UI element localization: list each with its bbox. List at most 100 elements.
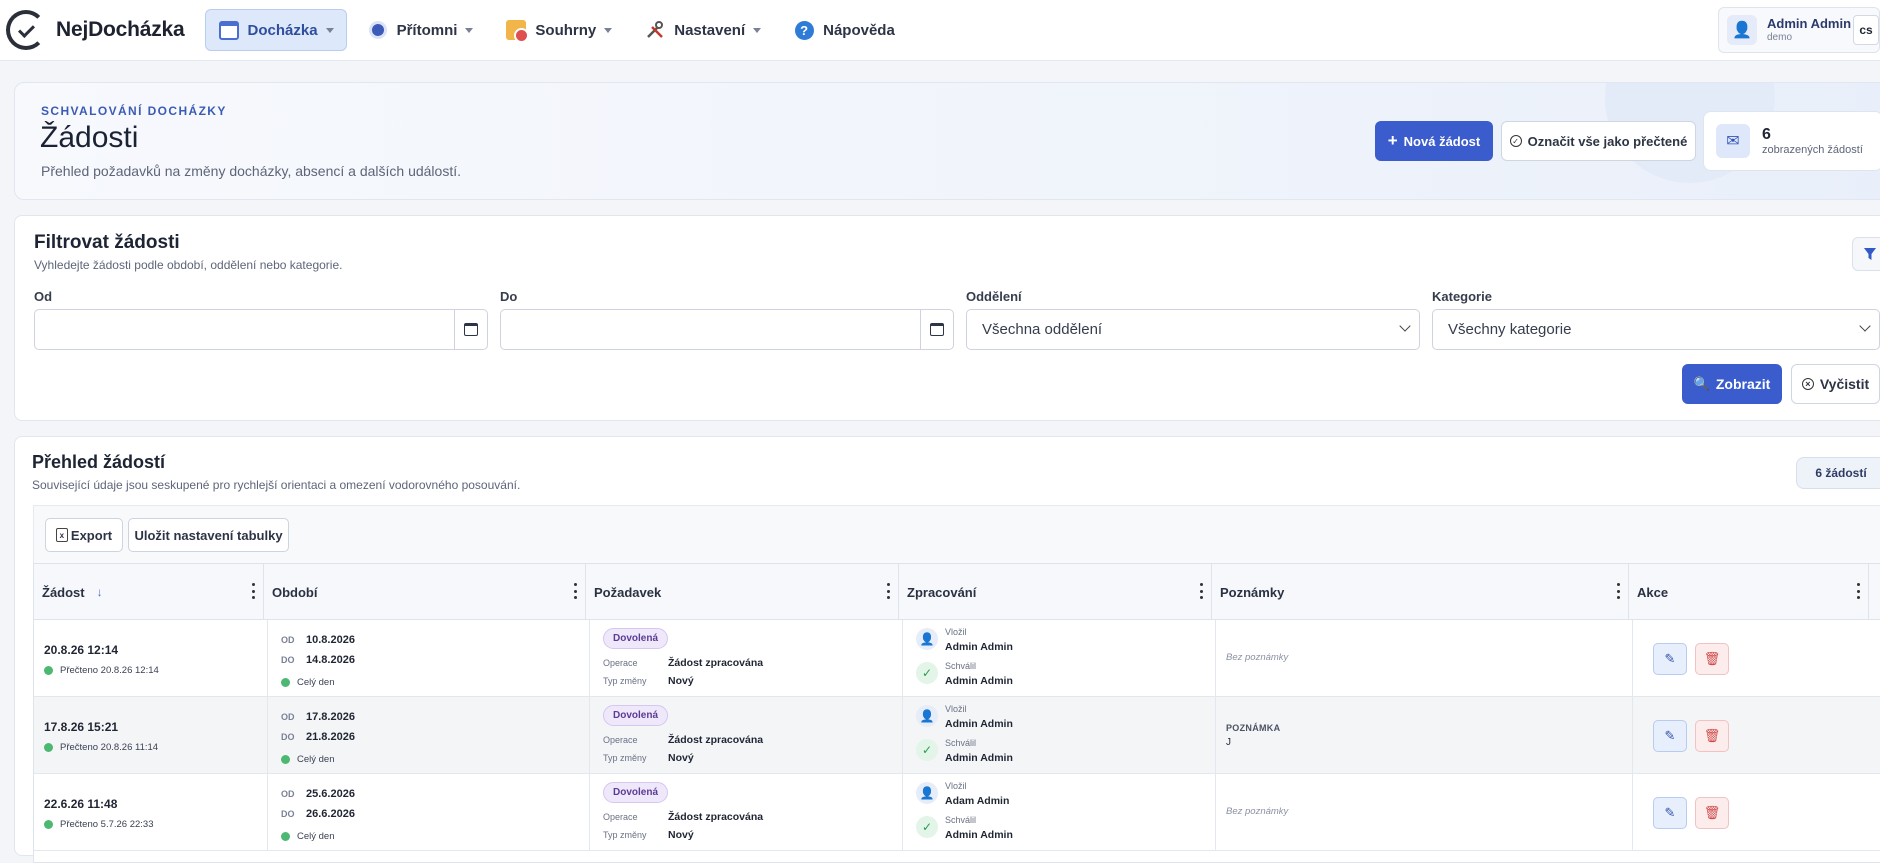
change-type-label: Typ změny [603,830,647,840]
stat-label: zobrazených žádostí [1762,144,1863,156]
list-title: Přehled žádostí [32,452,166,472]
button-label: Uložit nastavení tabulky [134,527,283,543]
list-subtitle: Související údaje jsou seskupené pro ryc… [32,478,521,492]
column-header-poznamky[interactable]: Poznámky [1212,564,1629,620]
delete-button[interactable]: 🗑 [1695,797,1729,829]
read-status: Přečteno 20.8.26 11:14 [44,742,158,753]
to-date: 26.6.2026 [306,808,355,820]
request-type-cell: Dovolená Operace Žádost zpracována Typ z… [590,774,903,851]
column-label: Žádost [42,584,85,600]
help-icon: ? [793,19,815,41]
change-type-label: Typ změny [603,676,647,686]
table-row[interactable]: 20.8.26 12:14 Přečteno 20.8.26 12:14 OD … [34,620,1880,697]
nav-item-souhrny[interactable]: Souhrny [493,9,624,51]
category-label: Kategorie [1432,289,1492,304]
approved-label: Schválil [945,738,977,748]
status-dot-icon [44,666,53,675]
trash-icon: 🗑 [1703,651,1721,666]
note-label: POZNÁMKA [1226,723,1281,733]
page-eyebrow: SCHVALOVÁNÍ DOCHÁZKY [41,104,227,118]
nav-item-napoveda[interactable]: ? Nápověda [781,9,907,51]
operation-value: Žádost zpracována [668,734,764,746]
trash-icon: 🗑 [1703,728,1721,743]
period-cell: OD 17.8.2026 DO 21.8.2026 Celý den [268,697,590,774]
column-header-akce[interactable]: Akce [1629,564,1869,620]
from-label: Od [34,289,53,304]
chevron-down-icon [1859,320,1871,332]
export-button[interactable]: x Export [45,518,123,552]
request-cell: 20.8.26 12:14 Přečteno 20.8.26 12:14 [34,620,268,697]
delete-button[interactable]: 🗑 [1695,643,1729,675]
column-header-obdobi[interactable]: Období [264,564,586,620]
save-table-settings-button[interactable]: Uložit nastavení tabulky [128,518,289,552]
status-dot-icon [281,678,290,687]
column-menu-icon[interactable] [1616,583,1620,599]
filter-toggle-button[interactable] [1852,237,1880,271]
processing-cell: 👤 Vložil Admin Admin ✓ Schválil Admin Ad… [903,620,1216,697]
to-date: 21.8.2026 [306,731,355,743]
chevron-down-icon [753,27,762,33]
main-menu: Docházka Přítomni Souhrny Nastavení ? Ná… [204,9,907,51]
edit-button[interactable]: ✎ [1653,720,1687,752]
status-dot-icon [44,820,53,829]
category-badge: Dovolená [603,705,669,726]
checkmark-icon: ✓ [916,662,938,684]
notes-cell: Bez poznámky [1216,620,1633,697]
to-date-input[interactable] [500,309,954,350]
button-label: Označit vše jako přečtené [1527,133,1688,149]
column-header-zadost[interactable]: Žádost ↓ [34,564,264,620]
edit-button[interactable]: ✎ [1653,797,1687,829]
column-label: Akce [1637,584,1669,600]
category-badge: Dovolená [603,782,669,803]
to-date: 14.8.2026 [306,654,355,666]
read-text: Přečteno 20.8.26 12:14 [60,665,159,676]
new-request-button[interactable]: + Nová žádost [1375,121,1493,161]
column-menu-icon[interactable] [1199,583,1203,599]
department-select[interactable]: Všechna oddělení [966,309,1420,350]
funnel-icon [1864,248,1876,260]
change-type-value: Nový [668,675,694,687]
calendar-picker-button[interactable] [454,310,487,349]
from-label: OD [281,635,295,645]
from-date: 10.8.2026 [306,634,355,646]
table-row[interactable]: 17.8.26 15:21 Přečteno 20.8.26 11:14 OD … [34,697,1880,774]
table-row[interactable]: 22.6.26 11:48 Přečteno 5.7.26 22:33 OD 2… [34,774,1880,851]
nav-item-pritomni[interactable]: Přítomni [355,9,486,51]
nav-item-dochazka[interactable]: Docházka [204,9,347,51]
mark-all-read-button[interactable]: ✓ Označit vše jako přečtené [1501,121,1696,161]
clear-button[interactable]: × Vyčistit [1791,364,1880,404]
from-date-input[interactable] [34,309,488,350]
chevron-down-icon [465,27,474,33]
language-switch[interactable]: cs [1853,15,1879,45]
show-button[interactable]: 🔍 Zobrazit [1682,364,1782,404]
brand[interactable]: NejDocházka [6,10,185,50]
nav-item-nastaveni[interactable]: Nastavení [632,9,773,51]
to-label: DO [281,732,295,742]
column-header-zpracovani[interactable]: Zpracování [899,564,1212,620]
category-select[interactable]: Všechny kategorie [1432,309,1880,350]
note-text: J [1226,737,1231,748]
approved-label: Schválil [945,815,977,825]
column-header-pozadavek[interactable]: Požadavek [586,564,899,620]
nav-label: Nápověda [823,21,895,39]
filter-title: Filtrovat žádosti [34,232,180,253]
plus-icon: + [1387,131,1398,150]
calendar-picker-button[interactable] [920,310,953,349]
user-menu[interactable]: 👤 Admin Admin demo cs [1718,7,1880,53]
user-company: demo [1767,31,1793,43]
column-menu-icon[interactable] [886,583,890,599]
column-menu-icon[interactable] [573,583,577,599]
edit-button[interactable]: ✎ [1653,643,1687,675]
category-badge: Dovolená [603,628,669,649]
column-menu-icon[interactable] [251,583,255,599]
day-text: Celý den [297,754,335,765]
pencil-icon: ✎ [1664,651,1676,666]
column-menu-icon[interactable] [1856,583,1860,599]
day-text: Celý den [297,677,335,688]
shown-requests-stat: ✉ 6 zobrazených žádostí [1703,111,1880,171]
column-label: Období [272,584,318,600]
delete-button[interactable]: 🗑 [1695,720,1729,752]
table-toolbar: x Export Uložit nastavení tabulky [33,505,1880,563]
button-label: Export [70,527,113,543]
note-empty: Bez poznámky [1226,806,1289,817]
